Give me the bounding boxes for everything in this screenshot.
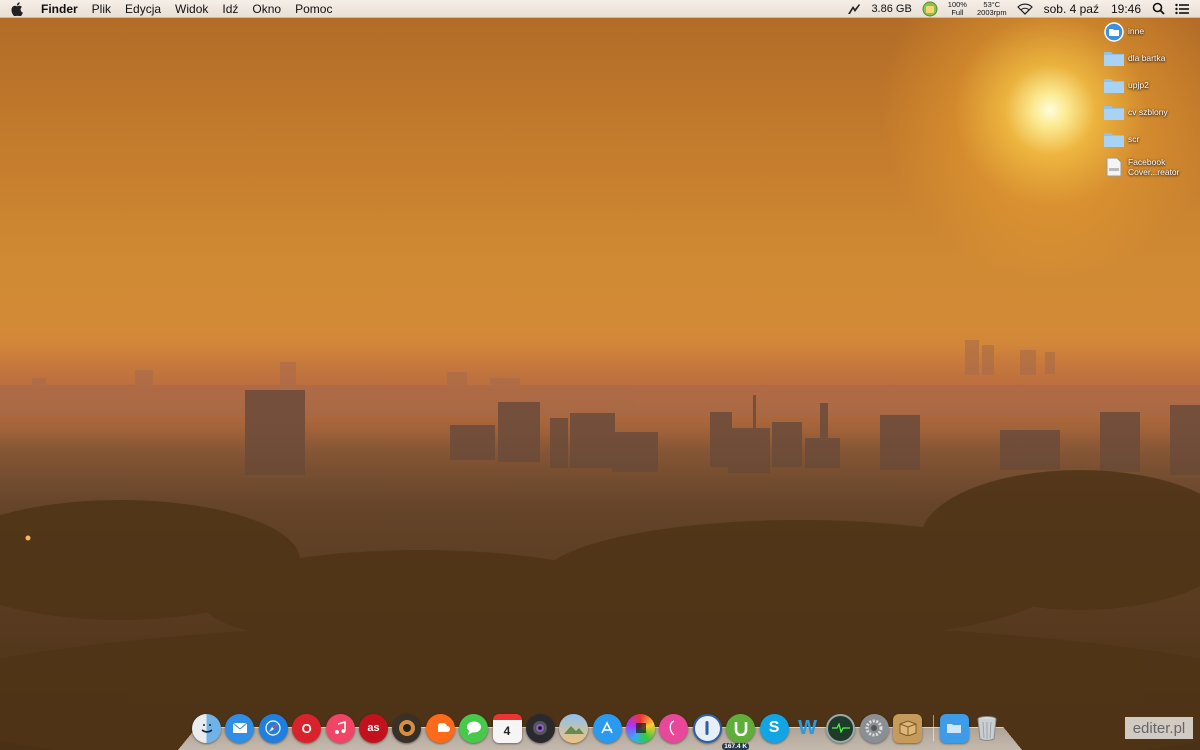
blue-circle-folder-icon [1100, 22, 1128, 42]
watermark: editer.pl [1125, 717, 1193, 739]
memory-clean-icon[interactable] [917, 1, 943, 17]
folder-icon [1100, 76, 1128, 94]
desktop-item-dla-bartka[interactable]: dla bartka [1100, 49, 1200, 76]
app-store-icon[interactable] [592, 713, 622, 743]
spotlight-search-icon[interactable] [1147, 2, 1170, 15]
itunes-icon[interactable] [325, 713, 355, 743]
final-cut-icon[interactable] [626, 713, 656, 743]
menu-widok[interactable]: Widok [168, 0, 215, 18]
preview-icon[interactable] [559, 713, 589, 743]
desktop-item-scr[interactable]: scr [1100, 130, 1200, 157]
battery-status[interactable]: 100% Full [943, 0, 972, 17]
1password-icon[interactable] [692, 713, 722, 743]
unarchiver-icon[interactable] [893, 713, 923, 743]
lastfm-icon[interactable]: as [358, 713, 388, 743]
menu-bar: Finder Plik Edycja Widok Idź Okno Pomoc … [0, 0, 1200, 18]
desktop-item-cv-szblony[interactable]: cv szblony [1100, 103, 1200, 130]
temperature-monitor[interactable]: 53°C 2003rpm [972, 0, 1012, 17]
safari-icon[interactable] [258, 713, 288, 743]
desktop-wallpaper [0, 0, 1200, 750]
apple-menu-icon[interactable] [0, 1, 34, 16]
menu-pomoc[interactable]: Pomoc [288, 0, 339, 18]
desktop-item-facebook-cover[interactable]: Facebook Cover...reator [1100, 157, 1200, 187]
opera-icon[interactable]: O [292, 713, 322, 743]
menu-idz[interactable]: Idź [215, 0, 245, 18]
soundcloud-icon[interactable] [425, 713, 455, 743]
word-icon[interactable]: W [793, 714, 822, 743]
finder-icon[interactable] [192, 713, 221, 743]
trash-icon[interactable] [973, 714, 1002, 743]
menu-plik[interactable]: Plik [85, 0, 118, 18]
messages-icon[interactable] [459, 713, 489, 743]
dock-separator [932, 715, 934, 741]
html-file-icon [1100, 157, 1128, 177]
activity-monitor-icon[interactable] [826, 713, 856, 743]
folder-icon [1100, 103, 1128, 121]
menu-edycja[interactable]: Edycja [118, 0, 168, 18]
calendar-icon[interactable]: 4 [492, 713, 522, 743]
downloads-folder-icon[interactable] [939, 713, 969, 743]
menu-okno[interactable]: Okno [245, 0, 288, 18]
desktop-icons: inne dla bartka upjp2 cv szblony scr Fac… [1100, 22, 1200, 187]
dock: O as 4 167.4 K S W [192, 708, 1022, 750]
skype-icon[interactable]: S [759, 713, 789, 743]
network-activity-icon[interactable] [842, 3, 866, 15]
desktop-item-upjp2[interactable]: upjp2 [1100, 76, 1200, 103]
folder-icon [1100, 130, 1128, 148]
city-skyline [0, 340, 1200, 750]
menu-app-name[interactable]: Finder [34, 0, 85, 18]
photo-booth-icon[interactable] [525, 713, 555, 743]
memory-usage[interactable]: 3.86 GB [866, 3, 916, 15]
speakers-icon[interactable] [392, 713, 422, 743]
pinwheel-icon[interactable] [659, 713, 689, 743]
folder-icon [1100, 49, 1128, 67]
notification-center-icon[interactable] [1170, 3, 1194, 15]
desktop-item-label-facebook: Facebook Cover...reator [1128, 157, 1180, 177]
desktop-item-inne[interactable]: inne [1100, 22, 1200, 49]
utorrent-icon[interactable]: 167.4 K [722, 713, 756, 750]
mail-icon[interactable] [225, 713, 255, 743]
menu-date[interactable]: sob. 4 paź [1038, 2, 1105, 16]
menu-clock[interactable]: 19:46 [1105, 2, 1147, 16]
wifi-icon[interactable] [1012, 3, 1038, 15]
system-preferences-icon[interactable] [859, 713, 889, 743]
utorrent-speed-badge: 167.4 K [722, 742, 750, 750]
